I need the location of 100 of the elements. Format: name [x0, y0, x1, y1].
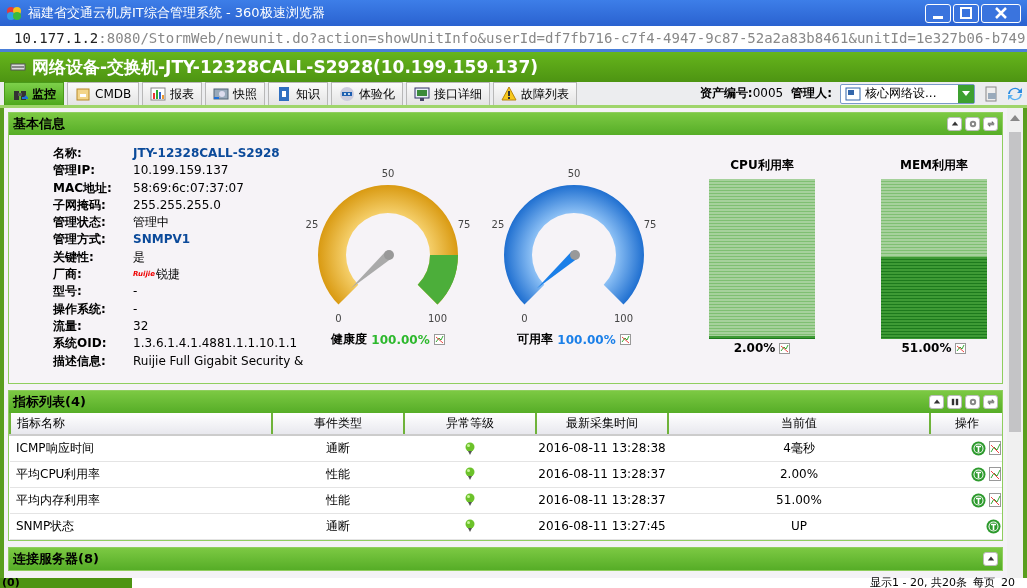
- table-cell: 4毫秒: [668, 435, 930, 461]
- chart-icon[interactable]: [989, 441, 1001, 456]
- collapse-button[interactable]: [929, 395, 944, 409]
- column-header[interactable]: 指标名称: [10, 413, 272, 435]
- gauge-tick-label: 50: [381, 168, 395, 179]
- tab[interactable]: 快照: [205, 82, 266, 105]
- maximize-button[interactable]: [953, 3, 979, 23]
- chart-icon[interactable]: [989, 467, 1001, 481]
- gauge-value: 100.00%: [557, 332, 616, 347]
- bar-chart-icon: [150, 86, 167, 102]
- table-cell: 51.00%: [668, 487, 930, 513]
- field-value: 是: [133, 248, 146, 266]
- per-page-label: 每页: [973, 578, 995, 588]
- table-cell: 2.00%: [668, 461, 930, 487]
- column-header[interactable]: 操作: [930, 413, 1002, 435]
- triangle-up-icon: [950, 120, 959, 128]
- collapse-button[interactable]: [947, 117, 962, 131]
- refresh-icon: [986, 120, 995, 128]
- field-label: 名称:: [53, 145, 83, 162]
- column-header[interactable]: 事件类型: [272, 413, 404, 435]
- close-button[interactable]: [981, 3, 1021, 23]
- warning-icon: [501, 86, 518, 102]
- collapse-button[interactable]: [983, 551, 998, 566]
- chart-icon[interactable]: [779, 342, 791, 354]
- gauge-tick-label: 75: [643, 219, 657, 231]
- meter-reading: 51.00%: [901, 341, 952, 355]
- gauge-tick-label: 25: [305, 219, 319, 231]
- field-value: 58:69:6c:07:37:07: [133, 179, 245, 197]
- field-label: 操作系统:: [53, 300, 107, 318]
- tab[interactable]: 体验化: [331, 82, 404, 105]
- refresh-icon[interactable]: [1007, 85, 1023, 102]
- table-cell: 2016-08-11 13:27:45: [536, 513, 668, 539]
- refresh-icon: [986, 398, 995, 406]
- search-button[interactable]: [947, 395, 962, 409]
- column-header[interactable]: 异常等级: [404, 413, 536, 435]
- window-title: 福建省交通云机房IT综合管理系统 - 360极速浏览器: [28, 4, 326, 22]
- field-label: 关键性:: [53, 248, 95, 266]
- table-cell: 2016-08-11 13:28:37: [536, 461, 668, 487]
- robot-icon: [339, 86, 356, 102]
- chart-icon[interactable]: [433, 334, 445, 345]
- gauge-tick-label: 25: [491, 219, 505, 231]
- maximize-icon: [958, 5, 974, 21]
- table-cell: 2016-08-11 13:28:37: [536, 487, 668, 513]
- table-cell: UP: [668, 513, 930, 539]
- table-cell: ICMP响应时间: [10, 435, 272, 461]
- window-icon: [845, 85, 861, 102]
- status-icon: [465, 493, 475, 508]
- tab[interactable]: 报表: [142, 82, 203, 105]
- chart-icon[interactable]: [989, 493, 1001, 507]
- table-cell: 性能: [272, 461, 404, 487]
- chart-icon[interactable]: [619, 334, 631, 345]
- column-header[interactable]: 当前值: [668, 413, 930, 435]
- gauge-label: 可用率: [517, 331, 554, 348]
- field-label: 子网掩码:: [53, 196, 107, 214]
- field-value: 10.199.159.137: [133, 162, 230, 180]
- refresh-button[interactable]: [983, 395, 998, 409]
- minimize-icon: [933, 15, 943, 19]
- folder-icon: [75, 86, 91, 102]
- triangle-up-icon: [986, 554, 995, 563]
- page-title: 网络设备-交换机-JTY-12328CALL-S2928(10.199.159.137): [32, 55, 538, 79]
- chart-icon[interactable]: [955, 342, 967, 354]
- threshold-button[interactable]: [986, 518, 1001, 534]
- status-icon: [465, 467, 475, 482]
- field-label: 管理方式:: [53, 231, 107, 249]
- tab[interactable]: 监控: [4, 82, 64, 105]
- threshold-button[interactable]: [971, 440, 986, 456]
- camera-icon: [213, 86, 230, 102]
- monitor-icon: [414, 86, 431, 102]
- field-link[interactable]: JTY-12328CALL-S2928: [133, 145, 309, 163]
- field-link[interactable]: SNMPV1: [133, 231, 309, 249]
- refresh-button[interactable]: [983, 117, 998, 131]
- column-header[interactable]: 最新采集时间: [536, 413, 668, 435]
- field-value: 255.255.255.0: [133, 196, 222, 214]
- gauge-label: 健康度: [331, 331, 368, 348]
- field-value: 锐捷: [155, 266, 180, 284]
- tab[interactable]: 接口详细: [406, 82, 491, 105]
- meter-title: MEM利用率: [899, 157, 969, 174]
- field-value: Ruijie Full Gigabit Security &: [133, 352, 305, 370]
- scrollbar-thumb[interactable]: [1009, 132, 1021, 432]
- tab[interactable]: 知识: [268, 82, 329, 105]
- threshold-button[interactable]: [971, 466, 986, 482]
- field-value: -: [133, 300, 139, 318]
- status-icon: [465, 441, 475, 456]
- table-cell: 平均CPU利用率: [10, 461, 272, 487]
- tab[interactable]: 故障列表: [493, 82, 578, 105]
- table-cell: 平均内存利用率: [10, 487, 272, 513]
- field-label: 管理状态:: [53, 214, 107, 232]
- table-cell: 2016-08-11 13:28:38: [536, 435, 668, 461]
- footer-count: (0): [0, 578, 132, 588]
- triangle-up-icon: [932, 398, 941, 406]
- meter-reading: 2.00%: [733, 341, 776, 355]
- tab[interactable]: CMDB: [67, 82, 140, 105]
- table-cell: 通断: [272, 513, 404, 539]
- table-cell: SNMP状态: [10, 513, 272, 539]
- manager-select[interactable]: 核心网络设...: [840, 83, 975, 104]
- threshold-button[interactable]: [971, 492, 986, 508]
- gauge-tick-label: 100: [427, 313, 448, 325]
- minimize-button[interactable]: [925, 3, 951, 23]
- asset-number: 资产编号:0005: [699, 85, 784, 102]
- snapshot-icon[interactable]: [983, 85, 999, 102]
